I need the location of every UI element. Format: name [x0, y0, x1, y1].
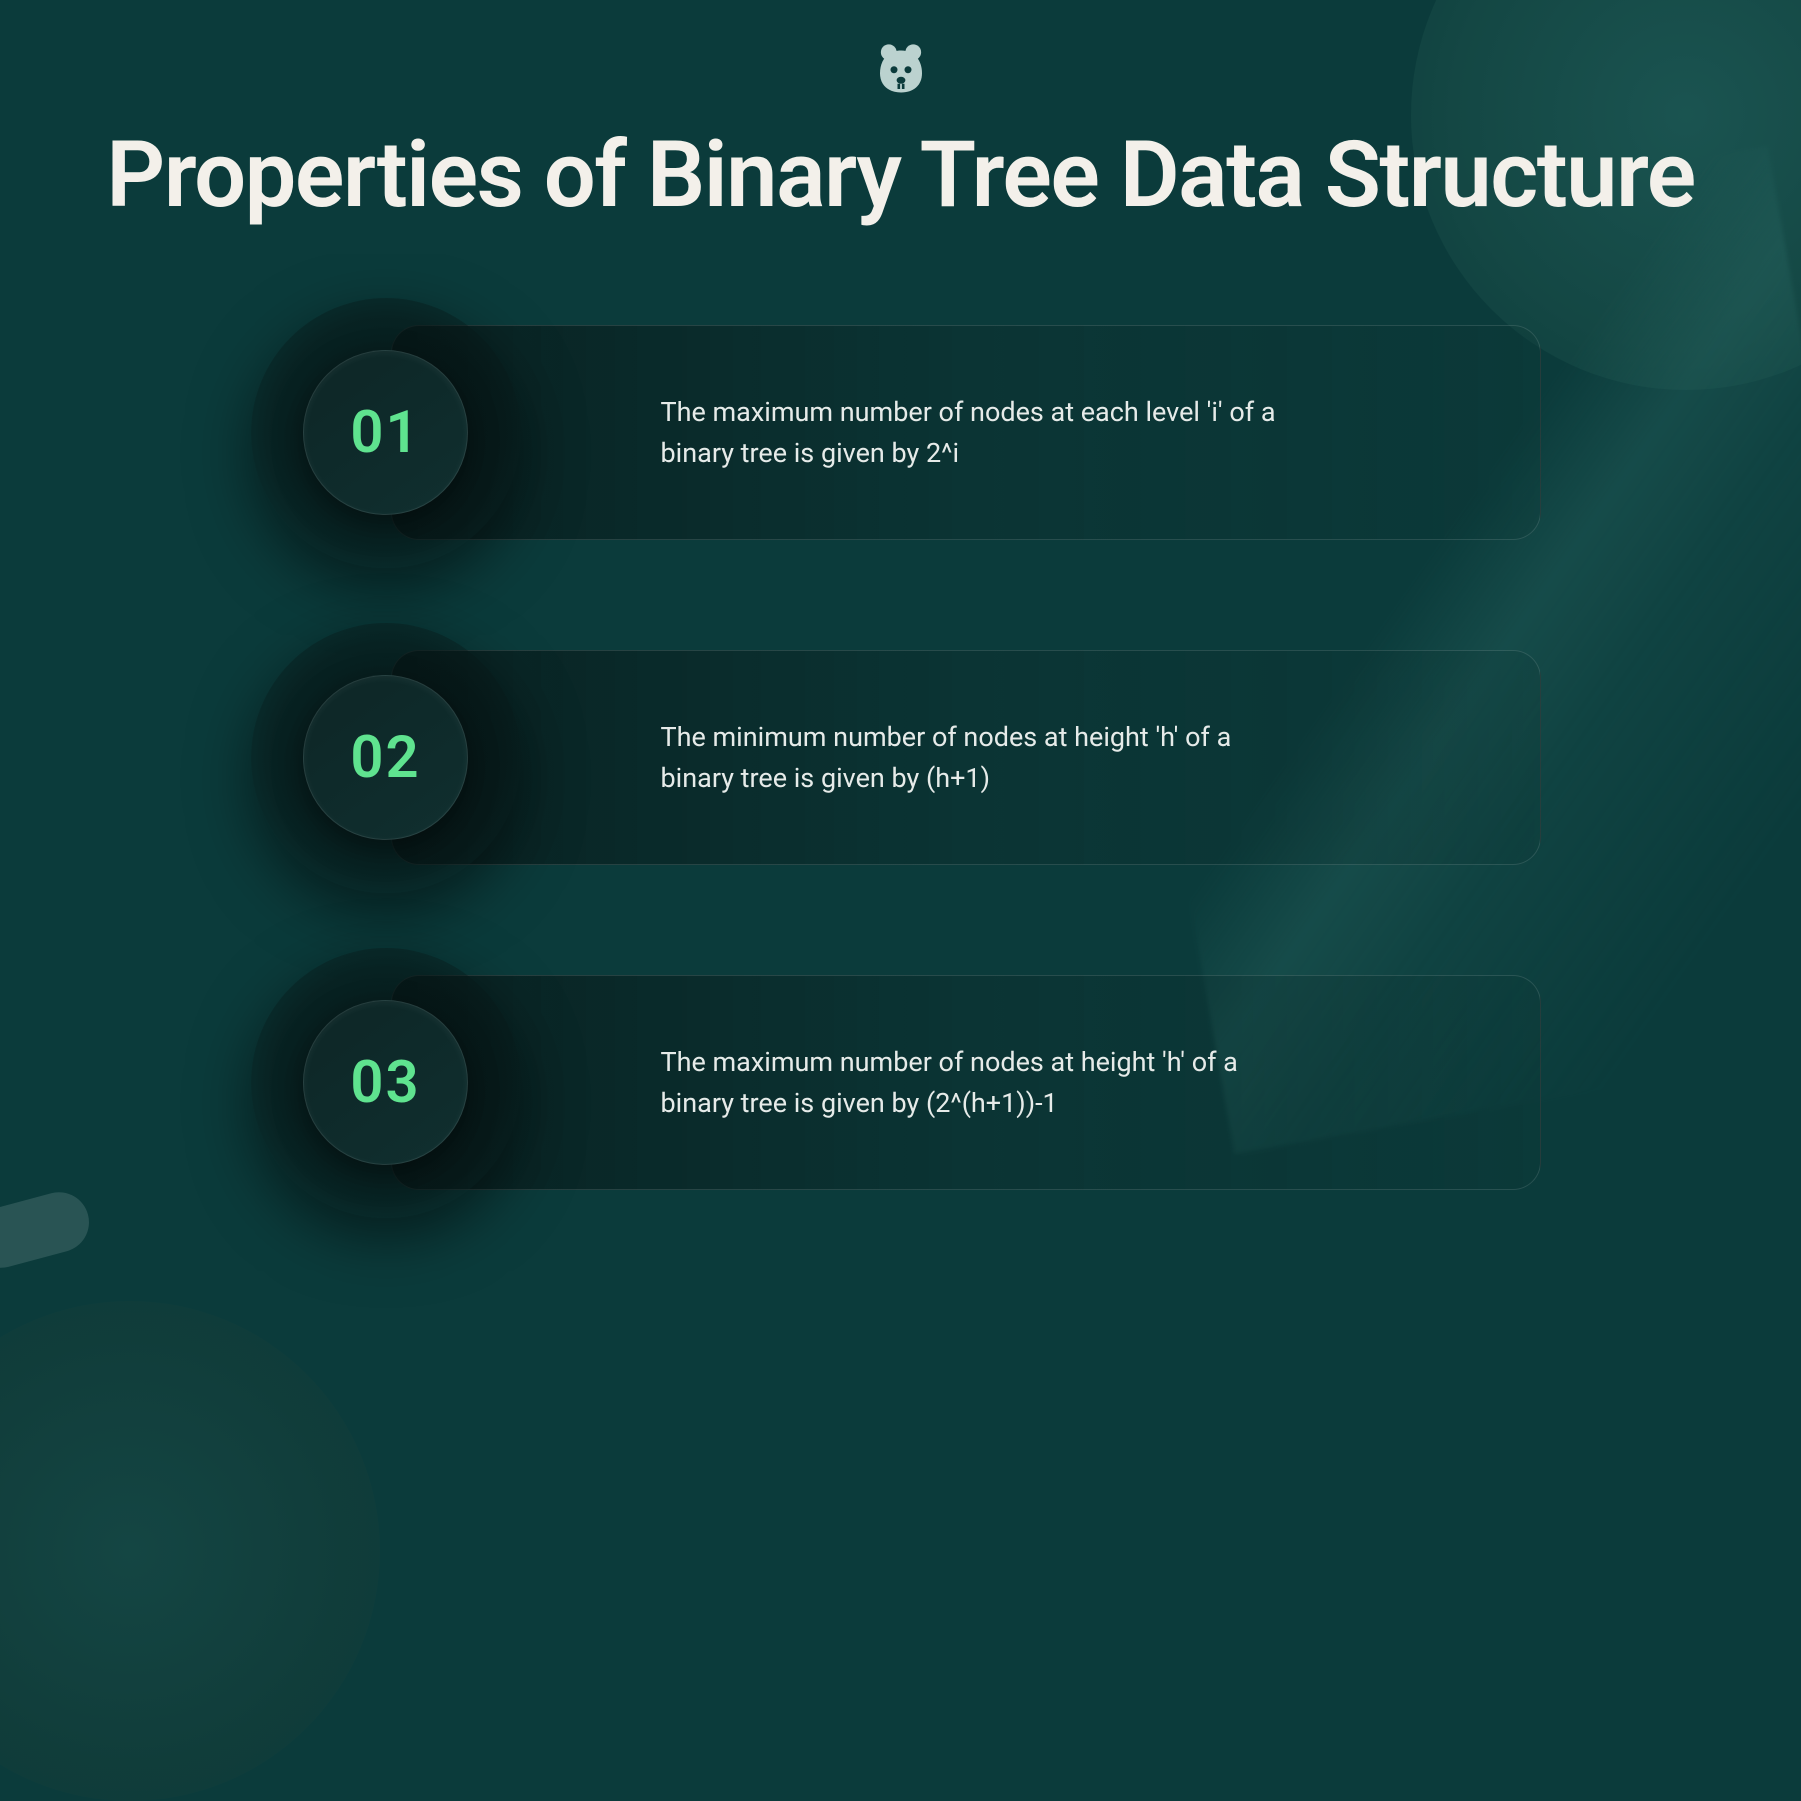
- decorative-circle: [0, 1301, 380, 1801]
- page-title: Properties of Binary Tree Data Structure: [106, 126, 1695, 225]
- property-number: 01: [350, 399, 420, 467]
- property-number: 02: [350, 724, 420, 792]
- number-badge: 01: [251, 298, 521, 568]
- property-text: The maximum number of nodes at height 'h…: [661, 1042, 1301, 1123]
- number-badge: 03: [251, 948, 521, 1218]
- decorative-splodge: [0, 1185, 96, 1274]
- property-card: 01 The maximum number of nodes at each l…: [261, 325, 1541, 540]
- property-card: 02 The minimum number of nodes at height…: [261, 650, 1541, 865]
- bear-mascot-icon: [873, 40, 929, 96]
- property-text: The minimum number of nodes at height 'h…: [661, 717, 1301, 798]
- property-card: 03 The maximum number of nodes at height…: [261, 975, 1541, 1190]
- property-list: 01 The maximum number of nodes at each l…: [261, 325, 1541, 1190]
- property-text: The maximum number of nodes at each leve…: [661, 392, 1301, 473]
- property-number: 03: [350, 1049, 420, 1117]
- number-badge: 02: [251, 623, 521, 893]
